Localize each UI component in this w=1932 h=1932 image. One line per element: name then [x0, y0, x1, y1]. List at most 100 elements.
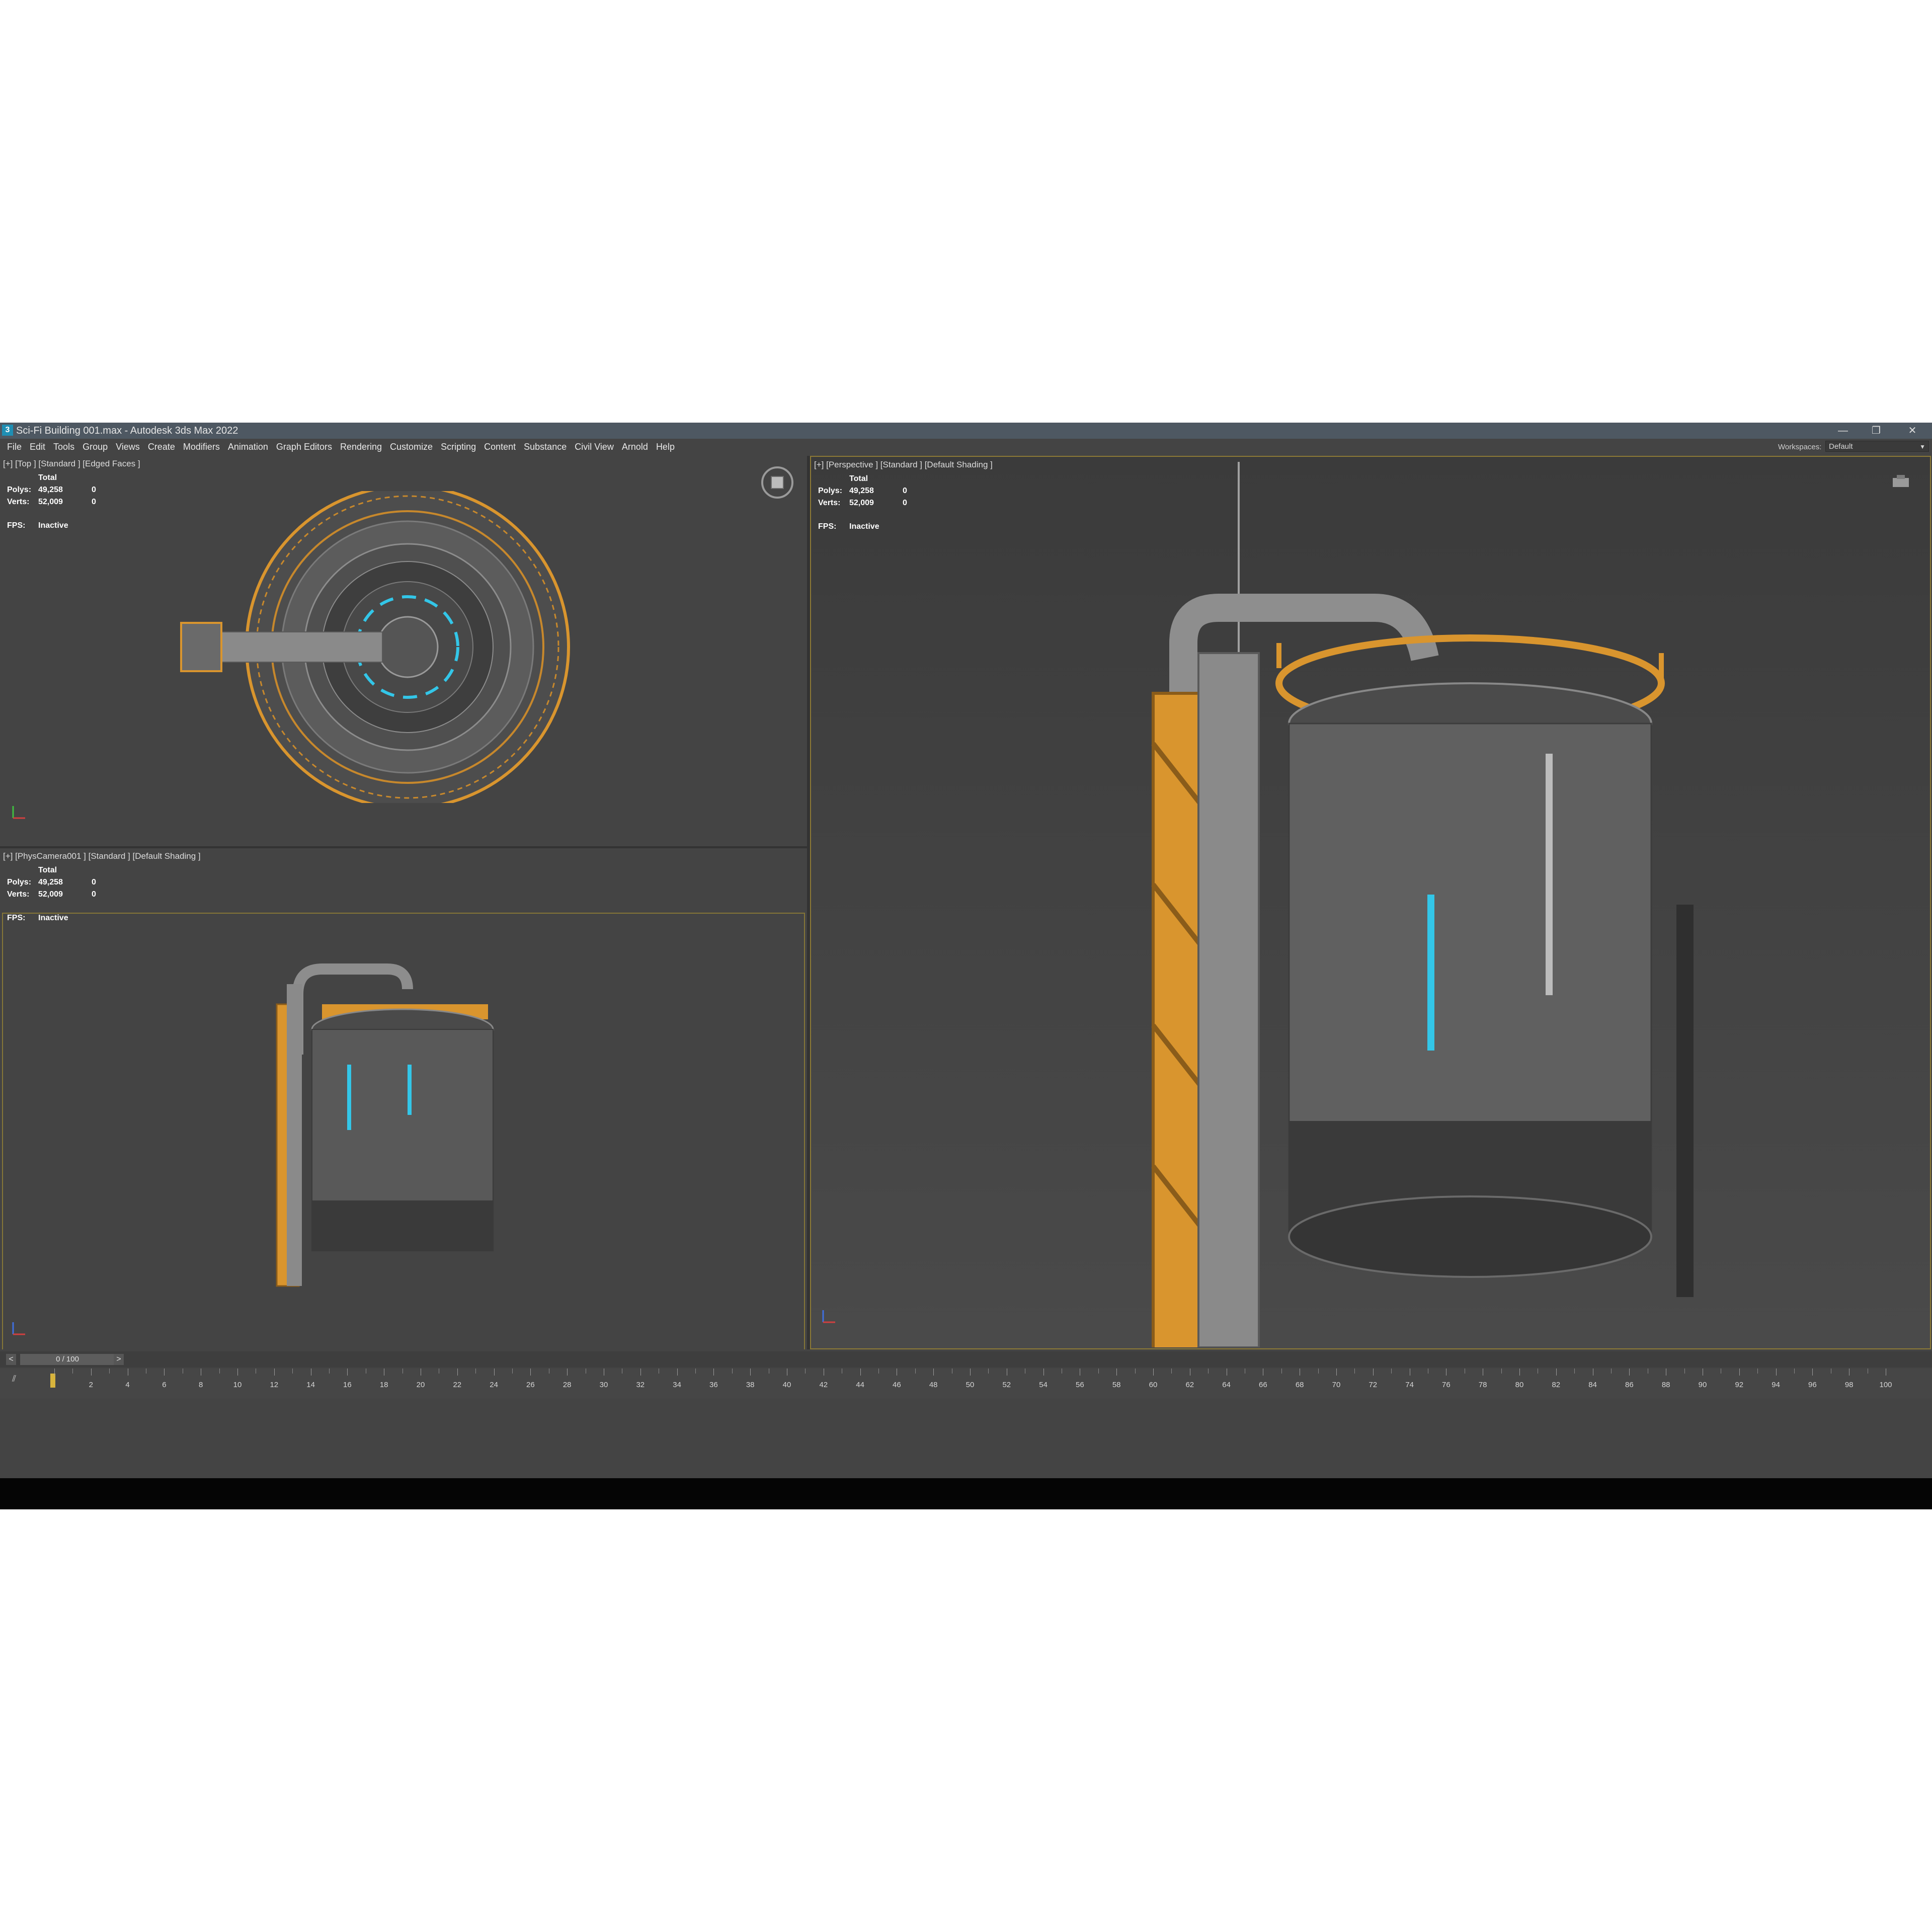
- frame-label: 84: [1588, 1381, 1597, 1389]
- frame-tick: [1098, 1369, 1099, 1374]
- viewport-label[interactable]: [+] [Perspective ] [Standard ] [Default …: [814, 460, 993, 470]
- polys-total: 49,258: [38, 486, 63, 494]
- frame-label: 68: [1295, 1381, 1304, 1389]
- fps-label: FPS:: [818, 522, 837, 531]
- window-title: Sci-Fi Building 001.max - Autodesk 3ds M…: [16, 425, 238, 436]
- prev-frame-button[interactable]: <: [6, 1354, 16, 1365]
- verts-selected: 0: [903, 499, 907, 507]
- fps-readout: FPS: Inactive: [7, 521, 68, 530]
- frame-label: 18: [379, 1381, 388, 1389]
- polys-label: Polys:: [818, 487, 843, 495]
- workspaces-label: Workspaces:: [1778, 443, 1822, 451]
- frame-tick: [292, 1369, 293, 1374]
- menu-animation[interactable]: Animation: [225, 442, 273, 452]
- axis-gizmo-icon: [12, 1322, 25, 1335]
- workspace-dropdown[interactable]: Default ▼: [1825, 441, 1929, 452]
- frame-label: 50: [965, 1381, 975, 1389]
- frame-label: 96: [1808, 1381, 1817, 1389]
- camera-icon[interactable]: [1891, 474, 1911, 489]
- polys-selected: 0: [92, 878, 96, 887]
- stats-panel: Total Polys: 49,258 0 Verts: 52,009 0: [818, 473, 907, 509]
- menu-edit[interactable]: Edit: [27, 442, 50, 452]
- menu-substance[interactable]: Substance: [521, 442, 572, 452]
- frame-tick: [1776, 1369, 1777, 1376]
- frame-label: 54: [1039, 1381, 1048, 1389]
- menu-modifiers[interactable]: Modifiers: [180, 442, 225, 452]
- minimize-button[interactable]: —: [1831, 424, 1855, 438]
- frame-label: 34: [673, 1381, 681, 1389]
- menu-content[interactable]: Content: [481, 442, 521, 452]
- frame-ruler[interactable]: 2 4 6 8 10 12 14 16 18 20 22 24 26 28 30 32 34 36 38 40 42 44…: [54, 1369, 1892, 1399]
- fps-readout: FPS: Inactive: [818, 522, 879, 531]
- menu-views[interactable]: Views: [113, 442, 145, 452]
- restore-button[interactable]: ❐: [1865, 424, 1888, 438]
- frame-tick: [274, 1369, 275, 1376]
- time-slider[interactable]: < 0 / 100 >: [0, 1351, 1932, 1367]
- frame-tick: [640, 1369, 641, 1376]
- frame-label: 24: [490, 1381, 498, 1389]
- frame-tick: [1171, 1369, 1172, 1374]
- menu-group[interactable]: Group: [79, 442, 113, 452]
- app-logo-icon[interactable]: 3: [2, 425, 13, 436]
- frame-label: 6: [162, 1381, 167, 1389]
- menu-arnold[interactable]: Arnold: [619, 442, 653, 452]
- frame-label: 66: [1259, 1381, 1267, 1389]
- frame-label: 42: [819, 1381, 828, 1389]
- viewport-label[interactable]: [+] [PhysCamera001 ] [Standard ] [Defaul…: [3, 851, 201, 861]
- frame-tick: [732, 1369, 733, 1374]
- time-slider-thumb[interactable]: 0 / 100: [20, 1354, 115, 1365]
- viewport-label[interactable]: [+] [Top ] [Standard ] [Edged Faces ]: [3, 459, 140, 469]
- frame-tick: [494, 1369, 495, 1376]
- menu-tools[interactable]: Tools: [50, 442, 79, 452]
- track-bar[interactable]: ⫽ 2 4 6 8 10 12 14 16 18 20 22 24 26 28 30 32 34 36 38 40 42…: [0, 1369, 1932, 1399]
- menu-create[interactable]: Create: [145, 442, 180, 452]
- frame-tick: [72, 1369, 73, 1374]
- frame-tick: [915, 1369, 916, 1374]
- menu-civil-view[interactable]: Civil View: [572, 442, 619, 452]
- frame-tick: [329, 1369, 330, 1374]
- frame-tick: [475, 1369, 476, 1374]
- viewport-camera[interactable]: [+] [PhysCamera001 ] [Standard ] [Defaul…: [0, 848, 807, 1349]
- frame-label: 88: [1661, 1381, 1670, 1389]
- menu-file[interactable]: File: [4, 442, 27, 452]
- close-button[interactable]: ✕: [1901, 424, 1924, 438]
- frame-tick: [164, 1369, 165, 1376]
- fps-readout: FPS: Inactive: [7, 914, 68, 923]
- polys-selected: 0: [92, 486, 96, 494]
- frame-tick: [1501, 1369, 1502, 1374]
- next-frame-button[interactable]: >: [114, 1354, 124, 1365]
- menu-customize[interactable]: Customize: [387, 442, 438, 452]
- frame-tick: [1281, 1369, 1282, 1374]
- frame-tick: [1812, 1369, 1813, 1376]
- verts-label: Verts:: [818, 499, 841, 507]
- viewport-perspective[interactable]: [+] [Perspective ] [Standard ] [Default …: [810, 456, 1931, 1349]
- camera-view-model: [276, 963, 494, 1287]
- frame-tick: [1354, 1369, 1355, 1374]
- filter-key-icon[interactable]: ⫽: [12, 1374, 16, 1384]
- frame-label: 62: [1185, 1381, 1194, 1389]
- frame-label: 98: [1844, 1381, 1854, 1389]
- frame-tick: [237, 1369, 238, 1376]
- frame-label: 30: [599, 1381, 608, 1389]
- menu-scripting[interactable]: Scripting: [438, 442, 481, 452]
- menu-graph-editors[interactable]: Graph Editors: [273, 442, 337, 452]
- stats-header: Total: [38, 473, 57, 482]
- frame-label: 40: [782, 1381, 791, 1389]
- menu-items: File Edit Tools Group Views Create Modifiers An…: [4, 442, 680, 452]
- viewport-top[interactable]: [+] [Top ] [Standard ] [Edged Faces ] To…: [0, 456, 807, 846]
- frame-tick: [1208, 1369, 1209, 1374]
- frame-tick: [1684, 1369, 1685, 1374]
- verts-total: 52,009: [38, 890, 63, 899]
- status-bar: [0, 1478, 1932, 1509]
- frame-tick: [1739, 1369, 1740, 1376]
- axis-gizmo-icon: [822, 1310, 835, 1323]
- menu-help[interactable]: Help: [653, 442, 680, 452]
- frame-tick: [1611, 1369, 1612, 1374]
- title-bar: 3 Sci-Fi Building 001.max - Autodesk 3ds…: [0, 423, 1932, 439]
- menu-rendering[interactable]: Rendering: [337, 442, 387, 452]
- viewcube-icon[interactable]: [760, 465, 795, 500]
- frame-label: 76: [1442, 1381, 1451, 1389]
- frame-label: 36: [709, 1381, 718, 1389]
- frame-tick: [1794, 1369, 1795, 1374]
- frame-label: 4: [125, 1381, 130, 1389]
